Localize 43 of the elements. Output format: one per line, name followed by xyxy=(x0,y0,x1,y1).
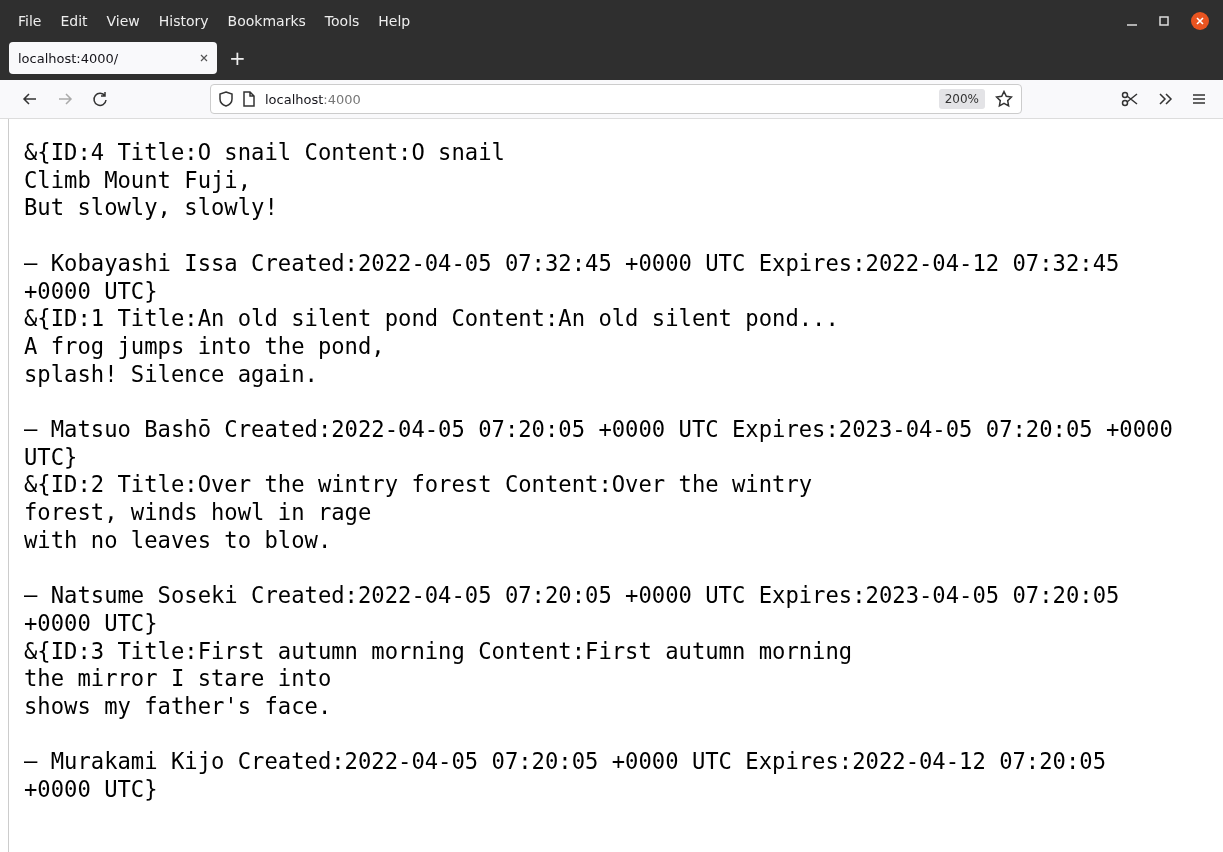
new-tab-button[interactable]: + xyxy=(229,42,246,74)
menu-item[interactable]: History xyxy=(158,13,209,29)
text-line: — Murakami Kijo Created:2022-04-05 07:20:05 +0000 UTC Expires:2022-04-12 07:20:05 xyxy=(24,748,1106,777)
scissors-icon[interactable] xyxy=(1121,90,1139,108)
menu-item[interactable]: File xyxy=(18,13,42,29)
text-line: &{ID:4 Title:O snail Content:O snail xyxy=(24,139,505,167)
maximize-icon[interactable] xyxy=(1159,16,1169,26)
menu-item[interactable]: Bookmarks xyxy=(227,13,306,29)
text-line: with no leaves to blow. xyxy=(24,526,332,555)
text-line: UTC} xyxy=(24,443,78,472)
text-line: forest, winds howl in rage xyxy=(24,499,372,527)
text-line: +0000 UTC} xyxy=(24,776,158,804)
close-icon xyxy=(1196,17,1204,25)
bookmark-star-icon[interactable] xyxy=(995,90,1013,108)
url-text[interactable]: localhost:4000 xyxy=(265,91,361,107)
close-tab-icon[interactable] xyxy=(200,54,208,62)
text-line: Climb Mount Fuji, xyxy=(24,166,252,195)
shield-icon[interactable] xyxy=(219,91,233,107)
text-line: +0000 UTC} xyxy=(24,609,158,638)
text-line: — Natsume Soseki Created:2022-04-05 07:20:05 +0000 UTC Expires:2023-04-05 07:20:05 xyxy=(24,582,1120,610)
text-line: — Matsuo Bashō Created:2022-04-05 07:20:05 +0000 UTC Expires:2023-04-05 07:20:05 +0000 xyxy=(24,416,1173,444)
back-icon[interactable] xyxy=(22,91,38,107)
text-line: &{ID:2 Title:Over the wintry forest Content:Over the wintry xyxy=(24,471,813,500)
menu-item[interactable]: Tools xyxy=(324,13,360,29)
menu-icon[interactable] xyxy=(1191,91,1207,107)
close-window-button[interactable] xyxy=(1191,12,1209,30)
menu-item[interactable]: Help xyxy=(378,13,411,29)
menu-item[interactable]: View xyxy=(106,13,140,29)
reload-icon[interactable] xyxy=(92,91,108,107)
chevron-double-icon[interactable] xyxy=(1157,91,1173,107)
zoom-level-button[interactable]: 200% xyxy=(938,89,985,109)
text-line: But slowly, slowly! xyxy=(24,194,278,223)
text-line: A frog jumps into the pond, xyxy=(24,332,385,361)
text-line: splash! Silence again. xyxy=(24,360,318,389)
text-line: shows my father's face. xyxy=(24,693,332,721)
browser-tab[interactable]: localhost:4000/ xyxy=(9,42,217,74)
text-line: &{ID:3 Title:First autumn morning Content:First autumn morning xyxy=(24,637,853,666)
text-line: &{ID:1 Title:An old silent pond Content:An old silent pond... xyxy=(24,305,839,333)
page-icon[interactable] xyxy=(243,91,255,107)
text-line: +0000 UTC} xyxy=(24,277,158,306)
text-line: the mirror I stare into xyxy=(24,665,332,693)
text-line: — Kobayashi Issa Created:2022-04-05 07:32:45 +0000 UTC Expires:2022-04-12 07:32:45 xyxy=(24,249,1120,278)
menu-item[interactable]: Edit xyxy=(60,13,88,29)
